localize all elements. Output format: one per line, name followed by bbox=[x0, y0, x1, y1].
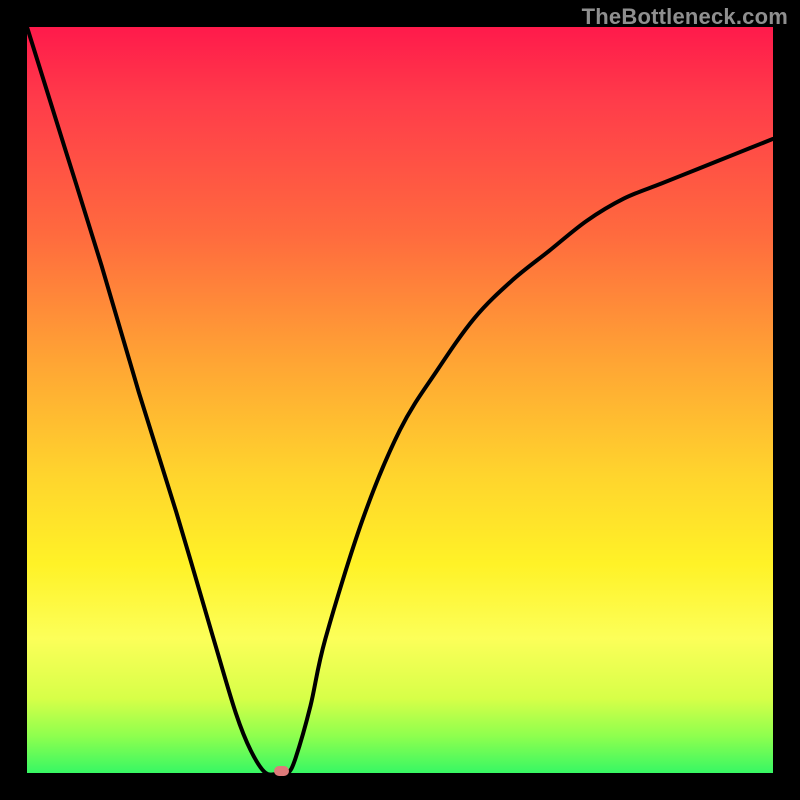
chart-plot-area bbox=[27, 27, 773, 773]
bottleneck-curve bbox=[27, 27, 773, 773]
optimal-point-marker bbox=[274, 766, 289, 776]
watermark-text: TheBottleneck.com bbox=[582, 4, 788, 30]
chart-frame: TheBottleneck.com bbox=[0, 0, 800, 800]
